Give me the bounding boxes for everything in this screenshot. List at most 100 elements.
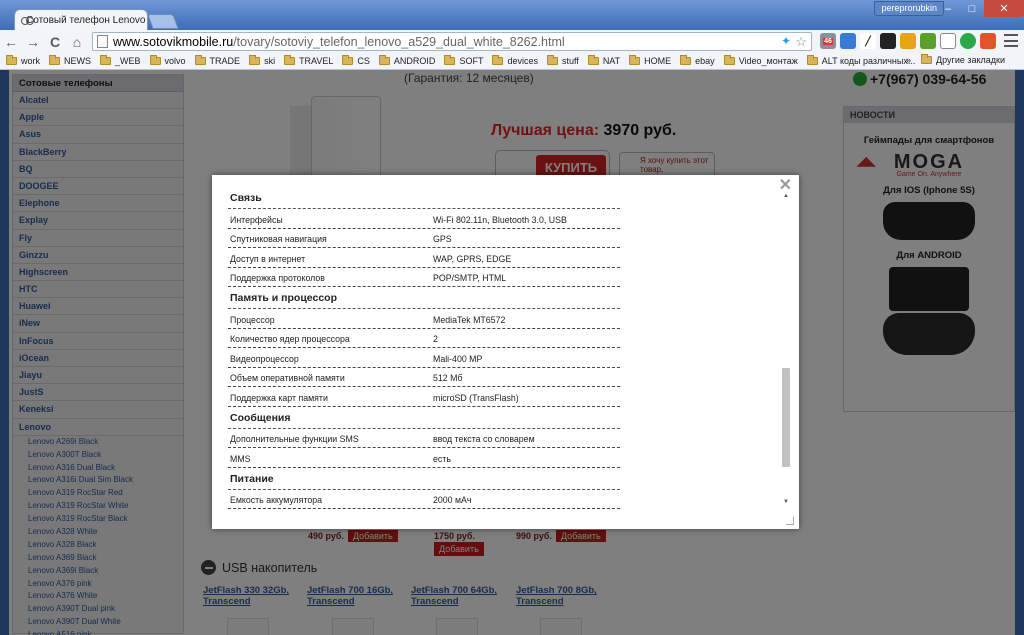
- scroll-down-icon[interactable]: ▼: [780, 499, 792, 509]
- bookmark-folder[interactable]: volvo: [149, 55, 186, 66]
- bookmark-folder[interactable]: stuff: [546, 55, 579, 66]
- bookmarks-more-icon[interactable]: »: [906, 55, 911, 65]
- folder-icon: [49, 55, 61, 65]
- reload-button[interactable]: C: [44, 31, 66, 53]
- extension-lock-icon[interactable]: [900, 33, 916, 49]
- folder-icon: [149, 55, 161, 65]
- folder-icon: [249, 55, 261, 65]
- other-bookmarks[interactable]: Другие закладки: [921, 54, 1005, 65]
- spec-section-title: Сообщения: [228, 411, 620, 429]
- bookmark-folder[interactable]: TRADE: [194, 55, 240, 66]
- folder-icon: [378, 55, 390, 65]
- spec-row: Емкость аккумулятора 2000 мАч: [228, 490, 620, 509]
- bookmark-folder[interactable]: ALT коды различных...: [806, 55, 915, 66]
- resize-grip[interactable]: [786, 517, 794, 525]
- spec-row: Поддержка протоколов POP/SMTP, HTML: [228, 268, 620, 287]
- spec-row: Видеопроцессор Mali-400 MP: [228, 348, 620, 368]
- spec-key: Спутниковая навигация: [230, 234, 327, 244]
- extension-clock-icon[interactable]: [940, 33, 956, 49]
- forward-button[interactable]: →: [22, 31, 44, 53]
- spec-value: POP/SMTP, HTML: [433, 273, 507, 283]
- extensions-bar: 46 ╱: [820, 33, 996, 49]
- extension-eyedropper-icon[interactable]: ╱: [860, 33, 876, 49]
- bookmark-label: NAT: [602, 56, 621, 66]
- bookmark-folder[interactable]: devices: [492, 55, 538, 66]
- browser-window: Сотовый телефон Lenovo A × pereprorubkin…: [0, 0, 1024, 635]
- folder-icon: [100, 55, 112, 65]
- scroll-up-icon[interactable]: ▲: [780, 193, 792, 203]
- bookmark-star-icon[interactable]: ☆: [795, 34, 807, 50]
- bookmark-label: ebay: [695, 56, 715, 66]
- spec-row: Дополнительные функции SMS ввод текста со…: [228, 429, 620, 448]
- extension-chat-icon[interactable]: [840, 33, 856, 49]
- bookmark-folder[interactable]: TRAVEL: [284, 55, 333, 66]
- modal-scrollbar[interactable]: ▲ ▼: [780, 193, 792, 509]
- minimize-button[interactable]: –: [936, 0, 960, 17]
- spec-section-title: Связь: [228, 191, 620, 209]
- spec-key: Поддержка протоколов: [230, 273, 325, 283]
- tab-active[interactable]: Сотовый телефон Lenovo A ×: [14, 9, 148, 31]
- extension-phone-icon[interactable]: [880, 33, 896, 49]
- folder-icon: [284, 55, 296, 65]
- bookmark-folder[interactable]: HOME: [629, 55, 672, 66]
- new-tab-button[interactable]: [147, 14, 179, 29]
- bookmark-label: devices: [507, 56, 538, 66]
- extension-mail-icon[interactable]: 46: [820, 33, 836, 49]
- bookmark-label: work: [21, 56, 41, 66]
- specs-scroll-area[interactable]: Связь Интерфейсы Wi-Fi 802.11n, Bluetooth …: [225, 191, 789, 510]
- address-bar[interactable]: www.sotovikmobile.ru/tovary/sotoviy_tele…: [92, 32, 812, 51]
- spec-key: Доступ в интернет: [230, 253, 306, 264]
- bookmark-folder[interactable]: CS: [342, 55, 370, 66]
- extension-android-icon[interactable]: [920, 33, 936, 49]
- bookmark-folder[interactable]: ebay: [680, 55, 715, 66]
- bookmark-folder[interactable]: NEWS: [49, 55, 92, 66]
- spec-section-title: Память и процессор: [228, 291, 620, 309]
- spec-value: microSD (TransFlash): [433, 392, 519, 403]
- folder-icon: [921, 54, 933, 64]
- bookmark-label: HOME: [644, 56, 672, 66]
- bookmark-folder[interactable]: Video_монтаж: [723, 55, 798, 66]
- folder-icon: [680, 55, 692, 65]
- page-icon: [97, 35, 108, 48]
- scrollbar-thumb[interactable]: [782, 368, 790, 467]
- bookmark-folder[interactable]: _WEB: [100, 55, 141, 66]
- bookmark-label: volvo: [164, 56, 186, 66]
- twitter-icon[interactable]: ✦: [781, 34, 791, 48]
- spec-key: Процессор: [230, 314, 275, 325]
- spec-row: Процессор MediaTek MT6572: [228, 309, 620, 329]
- maximize-button[interactable]: □: [960, 0, 984, 17]
- bookmark-folder[interactable]: SOFT: [444, 55, 483, 66]
- spec-row: Доступ в интернет WAP, GPRS, EDGE: [228, 248, 620, 268]
- bookmark-folder[interactable]: ski: [249, 55, 276, 66]
- tab-title: Сотовый телефон Lenovo A: [26, 15, 148, 26]
- spec-value: WAP, GPRS, EDGE: [433, 253, 512, 264]
- bookmark-folder[interactable]: NAT: [587, 55, 621, 66]
- close-window-button[interactable]: ✕: [984, 0, 1024, 17]
- folder-icon: [444, 55, 456, 65]
- extension-circle-icon[interactable]: [960, 33, 976, 49]
- folder-icon: [723, 55, 735, 65]
- user-badge[interactable]: pereprorubkin: [874, 1, 944, 16]
- url-path: /tovary/sotoviy_telefon_lenovo_a529_dual…: [233, 34, 565, 49]
- bookmark-label: stuff: [561, 56, 579, 66]
- bookmark-label: NEWS: [64, 56, 92, 66]
- extension-office-icon[interactable]: [980, 33, 996, 49]
- spec-value: Mali-400 MP: [433, 353, 483, 364]
- bookmarks-bar: work NEWS _WEB volvo TRADE ski TRAVEL CS ANDROID…: [0, 53, 1024, 70]
- home-button[interactable]: ⌂: [66, 31, 88, 53]
- back-button[interactable]: ←: [0, 31, 22, 53]
- bookmark-folder[interactable]: work: [6, 55, 41, 66]
- folder-icon: [194, 55, 206, 65]
- spec-section-title: Питание: [228, 472, 620, 490]
- spec-value: 512 Мб: [433, 373, 463, 383]
- extension-badge: 46: [823, 37, 833, 45]
- folder-icon: [342, 55, 354, 65]
- chrome-menu-icon[interactable]: [1004, 34, 1018, 47]
- bookmark-label: ski: [264, 56, 276, 66]
- bookmark-folder[interactable]: ANDROID: [378, 55, 435, 66]
- browser-toolbar: ← → C ⌂ www.sotovikmobile.ru/tovary/soto…: [0, 30, 1024, 53]
- spec-row: Спутниковая навигация GPS: [228, 229, 620, 248]
- specs-table: Связь Интерфейсы Wi-Fi 802.11n, Bluetooth …: [228, 191, 620, 509]
- folder-icon: [6, 55, 17, 65]
- spec-row: Поддержка карт памяти microSD (TransFlash…: [228, 387, 620, 407]
